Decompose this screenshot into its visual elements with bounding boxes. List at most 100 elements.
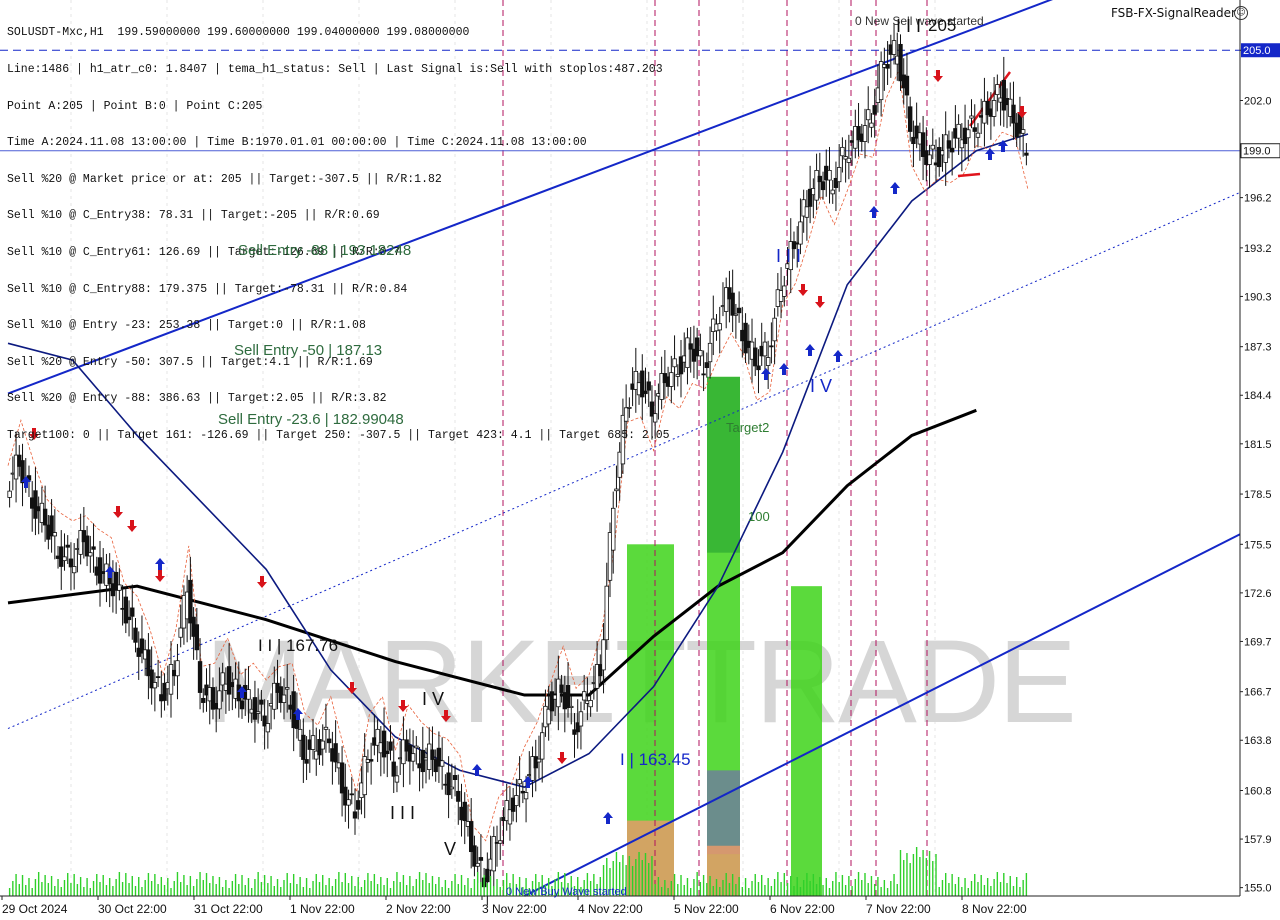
candle-body	[1020, 129, 1026, 134]
candle-body	[753, 347, 758, 367]
candle-body	[194, 624, 200, 651]
candle-body	[991, 100, 997, 117]
candle-body	[246, 689, 251, 700]
candle-body	[133, 627, 138, 643]
candle-body	[891, 40, 897, 55]
candle-body	[446, 772, 451, 796]
candle-body	[840, 146, 845, 157]
candle-body	[42, 508, 48, 526]
time-tick-label: 31 Oct 22:00	[194, 902, 263, 916]
candle-body	[226, 666, 232, 695]
candle-body	[346, 799, 351, 806]
price-tick-label: 175.5	[1244, 539, 1272, 551]
wedge-line	[957, 172, 981, 178]
candle-body	[872, 105, 877, 115]
candle-body	[88, 552, 93, 557]
candle-body	[688, 343, 693, 350]
candle-body	[507, 809, 513, 825]
candle-body	[604, 585, 609, 641]
buy-arrow-icon	[805, 344, 815, 356]
price-tick-label: 196.2	[1244, 193, 1272, 205]
candle-body	[220, 672, 225, 686]
info-line: Sell %10 @ Entry -23: 253.38 || Target:0…	[7, 319, 366, 333]
target-bars	[627, 376, 822, 897]
info-line: Sell %10 @ C_Entry88: 179.375 || Target:…	[7, 282, 408, 296]
price-tick-label: 163.8	[1244, 735, 1272, 747]
sell-entry-88-label: Sell Entry -88 | 193.18248	[238, 242, 412, 259]
candle-body	[704, 362, 710, 369]
candle-body	[130, 607, 135, 617]
candle-body	[285, 687, 290, 690]
candle-body	[281, 694, 287, 703]
candle-body	[523, 792, 529, 800]
candle-body	[817, 175, 823, 183]
candle-body	[310, 735, 316, 750]
candle-body	[675, 373, 680, 377]
candle-body	[798, 221, 803, 245]
price-tick-label: 202.0	[1244, 95, 1272, 107]
candle-body	[197, 661, 203, 693]
buy-arrow-icon	[869, 206, 879, 218]
candle-body	[175, 660, 180, 677]
candle-body	[1024, 152, 1029, 156]
price-tick-label: 169.7	[1244, 636, 1272, 648]
candle-body	[301, 734, 306, 760]
candle-body	[672, 358, 677, 368]
candle-body	[65, 544, 70, 548]
candle-body	[491, 836, 496, 872]
point-205-label: 205	[928, 16, 957, 35]
buy-arrow-icon	[761, 368, 771, 380]
candle-body	[701, 373, 706, 376]
candle-body	[733, 313, 739, 316]
buy-arrow-icon	[985, 148, 995, 160]
candle-body	[975, 132, 981, 138]
candle-body	[536, 758, 542, 763]
time-tick-label: 3 Nov 22:00	[482, 902, 547, 916]
candle-body	[514, 795, 519, 806]
info-panel: SOLUSDT-Mxc,H1 199.59000000 199.60000000…	[7, 3, 670, 454]
price-tick-label: 172.6	[1244, 588, 1272, 600]
candle-body	[449, 786, 455, 790]
candle-body	[772, 317, 777, 342]
sell-entry-23-label: Sell Entry -23.6 | 182.99048	[218, 411, 404, 428]
candle-body	[804, 206, 810, 218]
candle-body	[126, 616, 132, 621]
candle-body	[410, 753, 416, 762]
info-line: Sell %20 @ Entry -88: 386.63 || Target:2…	[7, 392, 387, 406]
buy-arrow-icon	[998, 140, 1008, 152]
candle-body	[255, 711, 261, 714]
candle-body	[540, 732, 545, 760]
candle-body	[885, 64, 890, 69]
candle-body	[814, 170, 819, 201]
candle-body	[943, 134, 948, 163]
wave-iii-label: I I I	[390, 803, 416, 823]
candle-body	[91, 546, 96, 550]
candle-body	[559, 684, 564, 693]
brand-label: FSB-FX-SignalReader	[1110, 6, 1236, 20]
candle-body	[946, 140, 952, 149]
candle-body	[569, 705, 574, 708]
candle-body	[349, 793, 354, 796]
sell-arrow-icon	[127, 520, 137, 532]
candle-body	[820, 181, 826, 191]
candle-body	[969, 115, 974, 119]
candle-body	[762, 341, 768, 357]
candle-body	[7, 490, 12, 498]
price-tick-label: 184.4	[1244, 390, 1272, 402]
sell-arrow-icon	[798, 284, 808, 296]
candle-body	[707, 342, 713, 363]
smiley-icon[interactable]: ☺	[1234, 6, 1248, 20]
wave-v-label: V	[444, 839, 457, 859]
candle-body	[827, 170, 832, 181]
price-tick-label: 166.7	[1244, 687, 1272, 699]
candle-body	[452, 775, 458, 781]
candle-body	[927, 154, 932, 165]
candle-body	[698, 350, 703, 357]
target-bar	[707, 770, 740, 855]
candle-body	[368, 759, 374, 762]
candle-body	[956, 123, 961, 139]
candle-body	[611, 507, 616, 551]
time-tick-label: 5 Nov 22:00	[674, 902, 739, 916]
target-100-label: 100	[748, 509, 770, 524]
time-tick-label: 2 Nov 22:00	[386, 902, 451, 916]
